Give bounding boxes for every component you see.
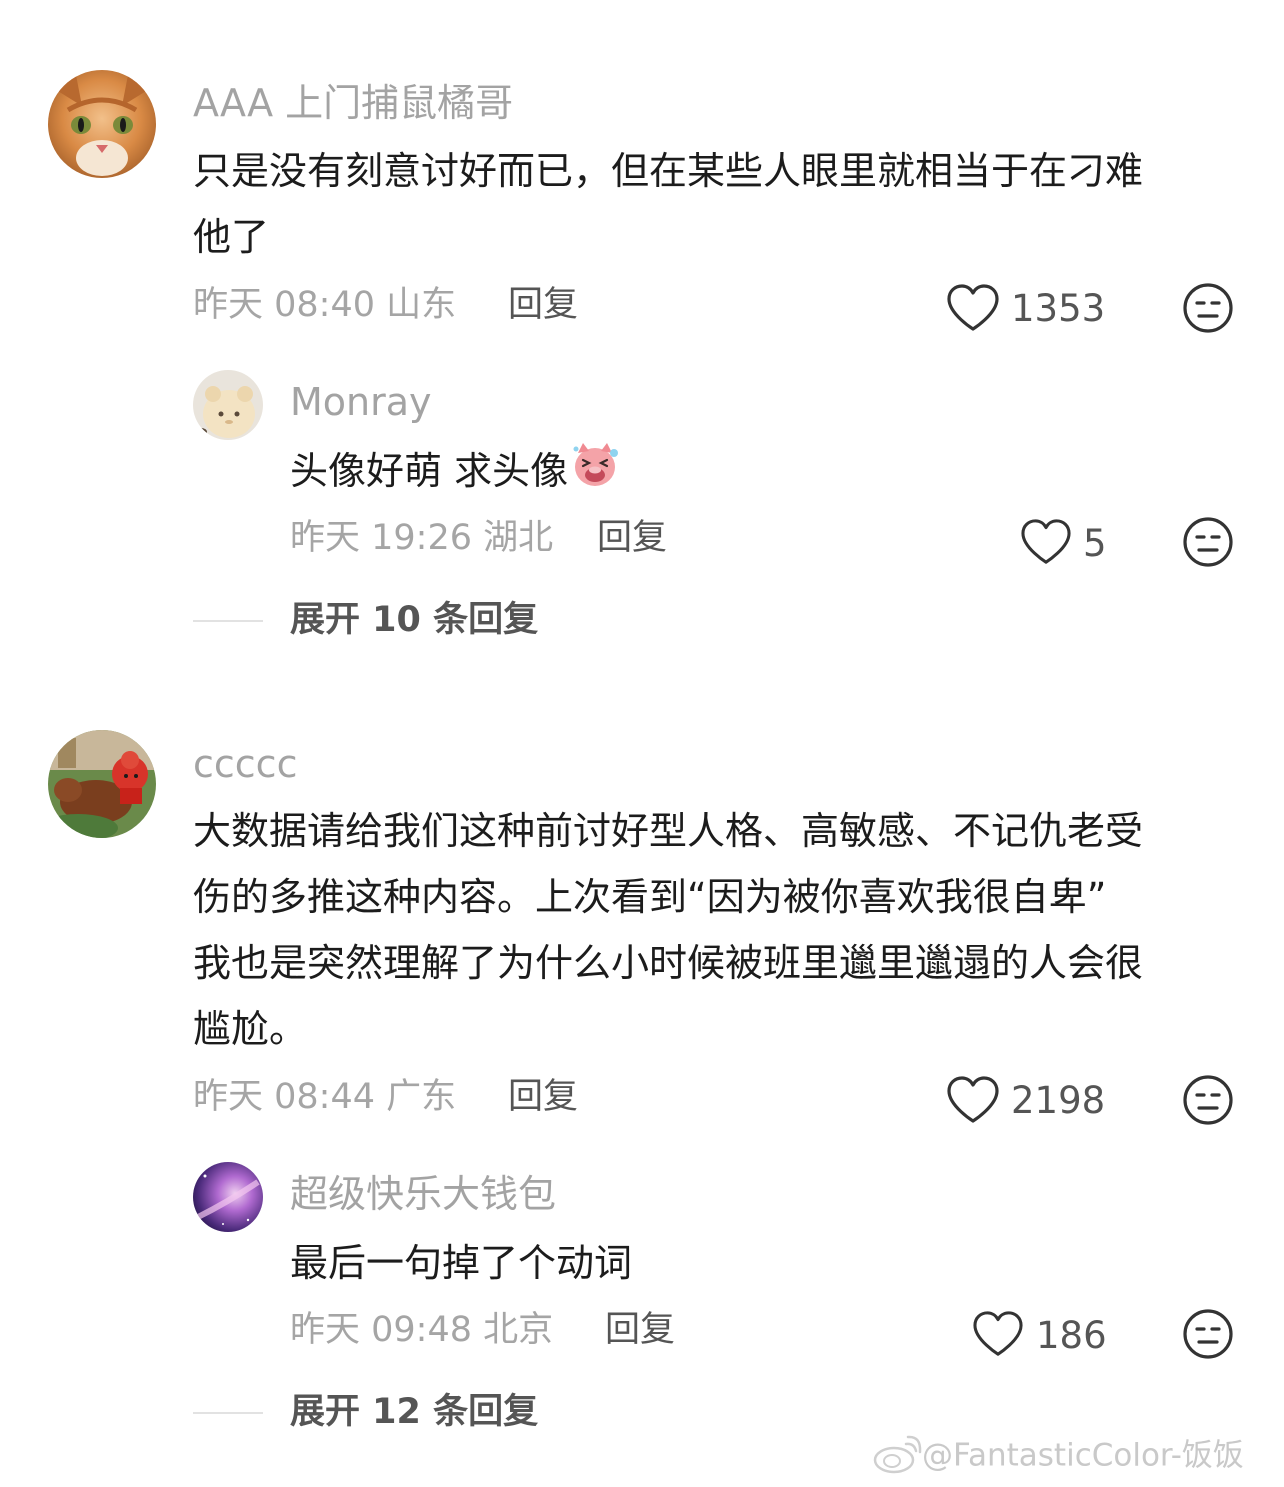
- comment-timestamp-location: 昨天 08:44 广东: [193, 1077, 457, 1117]
- heart-icon[interactable]: [946, 283, 1000, 333]
- comment-text-line: 伤的多推这种内容。上次看到“因为被你喜欢我很自卑”: [193, 875, 1107, 919]
- watermark-text: @FantasticColor-饭饭: [922, 1437, 1244, 1474]
- reply-button[interactable]: 回复: [508, 288, 578, 323]
- comment-2: ccccc 大数据请给我们这种前讨好型人格、高敏感、不记仇老受 伤的多推这种内容…: [0, 700, 1284, 1460]
- comment-text-line: 尴尬。: [193, 1007, 308, 1051]
- watermark: @FantasticColor-饭饭: [872, 1434, 1244, 1478]
- laughing-pig-emoji-icon: [570, 439, 620, 509]
- comment-text-line: 只是没有刻意讨好而已，但在某些人眼里就相当于在刁难: [193, 149, 1144, 193]
- dislike-face-icon[interactable]: [1182, 516, 1234, 568]
- expand-replies-button[interactable]: 展开 12 条回复: [290, 1395, 538, 1430]
- reply-text: 最后一句掉了个动词: [290, 1241, 633, 1285]
- comment-1: AAA 上门捕鼠橘哥 只是没有刻意讨好而已，但在某些人眼里就相当于在刁难 他了 …: [0, 0, 1284, 660]
- comment-text-line: 他了: [193, 215, 270, 259]
- weibo-logo-icon: [872, 1434, 922, 1478]
- comment-username[interactable]: AAA 上门捕鼠橘哥: [193, 84, 513, 122]
- like-count: 2198: [1011, 1079, 1106, 1122]
- reply-button[interactable]: 回复: [605, 1313, 675, 1348]
- expand-replies-button[interactable]: 展开 10 条回复: [290, 603, 538, 638]
- heart-icon[interactable]: [972, 1310, 1024, 1358]
- expand-divider: [193, 1412, 263, 1414]
- heart-icon[interactable]: [1020, 518, 1072, 566]
- like-count: 186: [1036, 1314, 1107, 1357]
- galaxy-avatar[interactable]: [193, 1162, 263, 1232]
- comment-username[interactable]: ccccc: [193, 745, 297, 783]
- heart-icon[interactable]: [946, 1075, 1000, 1125]
- dislike-face-icon[interactable]: [1182, 1074, 1234, 1126]
- reply-timestamp-location: 昨天 09:48 北京: [290, 1310, 554, 1350]
- comment-text-line: 我也是突然理解了为什么小时候被班里邋里邋遢的人会很: [193, 941, 1144, 985]
- cartoon-rider-avatar[interactable]: [48, 730, 156, 838]
- reply-timestamp-location: 昨天 19:26 湖北: [290, 518, 554, 558]
- reply-text-content: 头像好萌 求头像: [290, 449, 569, 493]
- reply-button[interactable]: 回复: [508, 1080, 578, 1115]
- dislike-face-icon[interactable]: [1182, 282, 1234, 334]
- dislike-face-icon[interactable]: [1182, 1308, 1234, 1360]
- plush-toy-avatar[interactable]: [193, 370, 263, 440]
- comment-timestamp-location: 昨天 08:40 山东: [193, 285, 457, 325]
- comment-text-line: 大数据请给我们这种前讨好型人格、高敏感、不记仇老受: [193, 809, 1144, 853]
- like-count: 1353: [1011, 287, 1106, 330]
- reply-username[interactable]: 超级快乐大钱包: [290, 1175, 556, 1213]
- reply-button[interactable]: 回复: [597, 521, 667, 556]
- reply-username[interactable]: Monray: [290, 383, 432, 421]
- expand-divider: [193, 620, 263, 622]
- reply-text: 头像好萌 求头像: [290, 438, 620, 509]
- like-count: 5: [1083, 522, 1107, 565]
- orange-cat-avatar[interactable]: [48, 70, 156, 178]
